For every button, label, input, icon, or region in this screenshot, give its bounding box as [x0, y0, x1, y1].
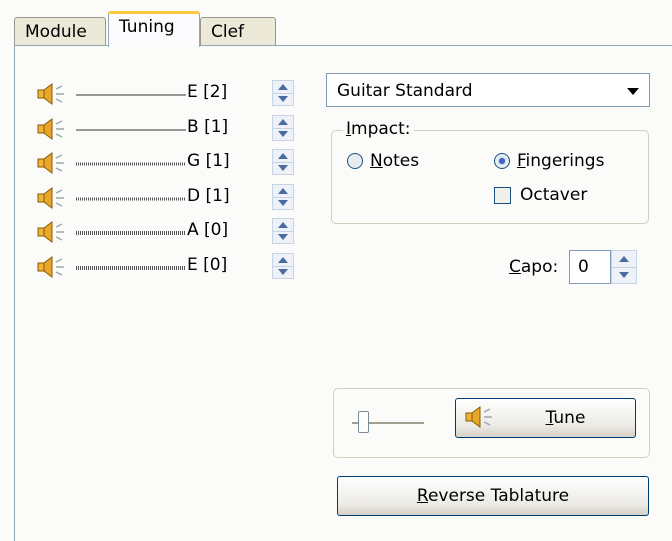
- reverse-tablature-button[interactable]: Reverse Tablature: [337, 476, 649, 516]
- impact-group: [331, 130, 649, 224]
- fingerings-label[interactable]: Fingerings: [517, 151, 604, 171]
- speaker-icon[interactable]: [36, 117, 68, 141]
- string-row: E [2]: [36, 80, 316, 108]
- string-tuning-stepper[interactable]: [272, 252, 294, 279]
- string-name: A [0]: [187, 220, 229, 240]
- capo-down-arrow-icon[interactable]: [612, 267, 636, 283]
- speaker-icon[interactable]: [36, 186, 68, 210]
- string-tuning-stepper[interactable]: [272, 218, 294, 244]
- impact-label: Impact:: [343, 119, 414, 139]
- string-name: E [0]: [187, 254, 228, 275]
- string-tuning-stepper[interactable]: [272, 183, 294, 210]
- down-arrow-icon[interactable]: [273, 197, 293, 209]
- string-tuning-stepper[interactable]: [272, 80, 294, 106]
- string-name: B [1]: [187, 116, 229, 137]
- string-row: B [1]: [36, 114, 316, 143]
- reverse-tablature-label: Reverse Tablature: [416, 486, 570, 506]
- capo-stepper[interactable]: [611, 250, 637, 284]
- tab-clef[interactable]: Clef: [200, 17, 276, 45]
- string-row: D [1]: [36, 183, 316, 212]
- speaker-icon[interactable]: [36, 255, 68, 279]
- octaver-label[interactable]: Octaver: [520, 185, 587, 205]
- volume-slider-thumb[interactable]: [357, 411, 369, 433]
- speaker-icon[interactable]: [36, 151, 68, 175]
- tab-panel-border-left: [14, 45, 15, 541]
- string-row: G [1]: [36, 149, 316, 177]
- string-line: [76, 94, 186, 96]
- string-line: [76, 231, 186, 235]
- string-row: A [0]: [36, 218, 316, 246]
- tuning-preset-select[interactable]: Guitar Standard: [326, 73, 650, 107]
- string-name: E [2]: [187, 82, 228, 102]
- string-row: E [0]: [36, 252, 316, 281]
- string-line: [76, 129, 186, 130]
- string-line: [76, 162, 186, 166]
- down-arrow-icon[interactable]: [273, 231, 293, 243]
- chevron-down-icon[interactable]: [627, 88, 639, 95]
- speaker-icon[interactable]: [36, 220, 68, 244]
- fingerings-radio[interactable]: [494, 153, 510, 169]
- tab-module[interactable]: Module: [14, 17, 106, 45]
- down-arrow-icon[interactable]: [273, 266, 293, 278]
- tuning-preset-value: Guitar Standard: [337, 81, 473, 101]
- capo-label: Capo:: [509, 257, 559, 277]
- down-arrow-icon[interactable]: [273, 162, 293, 174]
- tab-strip: Module Tuning Clef: [14, 8, 672, 47]
- tab-tuning[interactable]: Tuning: [108, 11, 200, 47]
- capo-up-arrow-icon[interactable]: [612, 251, 636, 268]
- down-arrow-icon[interactable]: [273, 93, 293, 105]
- tune-button[interactable]: Tune: [455, 398, 636, 438]
- notes-label[interactable]: Notes: [370, 151, 419, 171]
- string-tuning-stepper[interactable]: [272, 114, 294, 141]
- notes-radio[interactable]: [347, 153, 363, 169]
- string-line: [76, 265, 186, 270]
- string-tuning-stepper[interactable]: [272, 149, 294, 175]
- string-name: D [1]: [187, 185, 230, 206]
- string-line: [76, 197, 186, 200]
- string-name: G [1]: [187, 151, 230, 171]
- down-arrow-icon[interactable]: [273, 128, 293, 140]
- speaker-icon[interactable]: [36, 82, 68, 106]
- capo-input[interactable]: 0: [569, 250, 611, 284]
- tune-button-label: Tune: [545, 408, 586, 428]
- octaver-checkbox[interactable]: [494, 187, 511, 204]
- speaker-icon: [465, 406, 492, 428]
